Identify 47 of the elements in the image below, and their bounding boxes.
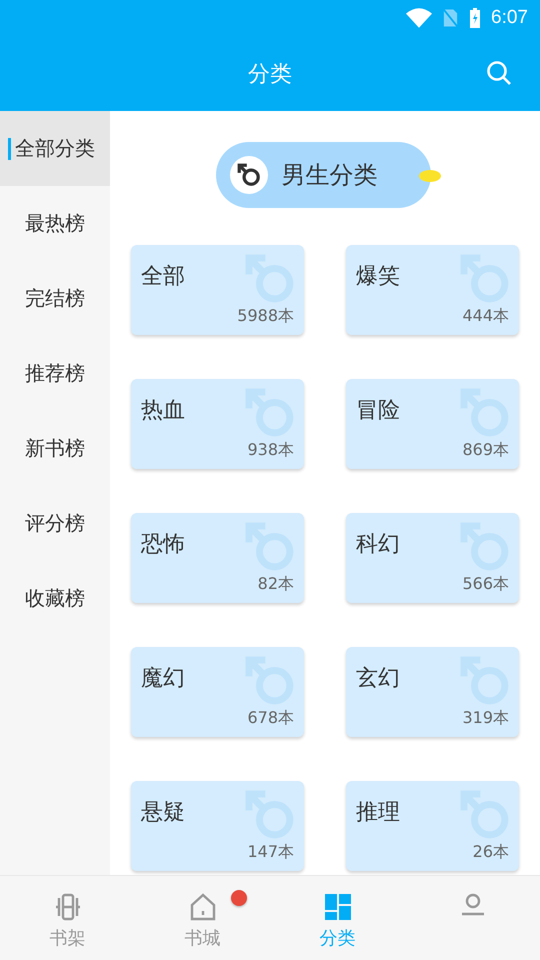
book-count: 938本: [247, 440, 294, 461]
page-title: 分类: [248, 60, 292, 88]
category-card[interactable]: 科幻 566本: [346, 513, 519, 603]
sidebar-item[interactable]: 推荐榜: [0, 336, 110, 411]
wifi-icon: [406, 7, 432, 29]
category-card[interactable]: 热血 938本: [131, 379, 304, 469]
sidebar-item[interactable]: 收藏榜: [0, 561, 110, 636]
status-time: 6:07: [491, 7, 528, 29]
male-symbol-icon: [236, 162, 262, 188]
category-name: 悬疑: [141, 799, 185, 827]
book-count: 869本: [462, 440, 509, 461]
search-icon[interactable]: [486, 60, 512, 86]
category-name: 科幻: [356, 531, 400, 559]
no-sim-icon: [442, 7, 460, 29]
indicator-dot: [418, 170, 440, 182]
book-count: 147本: [247, 842, 294, 863]
category-name: 全部: [141, 263, 185, 291]
category-name: 推理: [356, 799, 400, 827]
book-count: 26本: [472, 842, 509, 863]
grid-icon: [322, 892, 352, 922]
category-card[interactable]: 推理 26本: [346, 781, 519, 871]
category-card[interactable]: 魔幻 678本: [131, 647, 304, 737]
sidebar-item[interactable]: 最热榜: [0, 186, 110, 261]
book-count: 566本: [462, 574, 509, 595]
category-name: 爆笑: [356, 263, 400, 291]
category-card[interactable]: 冒险 869本: [346, 379, 519, 469]
category-name: 冒险: [356, 397, 400, 425]
category-name: 恐怖: [141, 531, 185, 559]
sidebar-item[interactable]: 评分榜: [0, 486, 110, 561]
book-count: 678本: [247, 708, 294, 729]
book-count: 82本: [258, 574, 294, 595]
category-card[interactable]: 玄幻 319本: [346, 647, 519, 737]
battery-charging-icon: [469, 7, 482, 29]
category-name: 热血: [141, 397, 185, 425]
sidebar-item[interactable]: 全部分类: [0, 111, 110, 186]
sidebar-item[interactable]: 新书榜: [0, 411, 110, 486]
category-card[interactable]: 爆笑 444本: [346, 245, 519, 335]
section-title: 男生分类: [282, 160, 378, 191]
sidebar-item[interactable]: 完结榜: [0, 261, 110, 336]
category-name: 玄幻: [356, 665, 400, 693]
book-count: 444本: [462, 306, 509, 327]
category-card[interactable]: 悬疑 147本: [131, 781, 304, 871]
category-card[interactable]: 恐怖 82本: [131, 513, 304, 603]
category-name: 魔幻: [141, 665, 185, 693]
book-count: 319本: [462, 708, 509, 729]
book-count: 5988本: [237, 306, 294, 327]
category-card[interactable]: 全部 5988本: [131, 245, 304, 335]
